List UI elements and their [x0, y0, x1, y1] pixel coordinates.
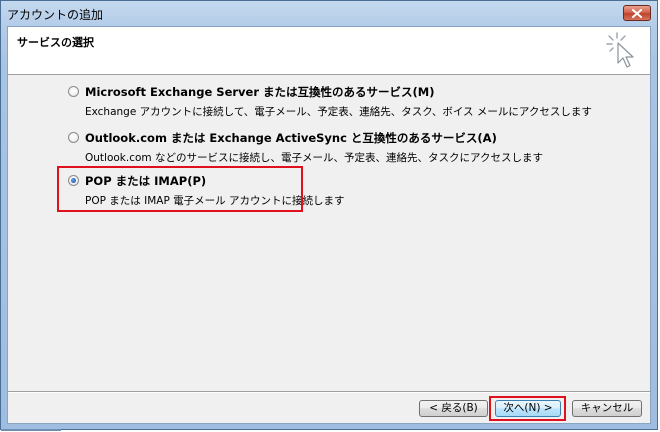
- window-title: アカウントの追加: [7, 8, 104, 22]
- close-icon: [632, 9, 642, 18]
- radio-exchange[interactable]: [68, 86, 79, 97]
- radio-outlook-com[interactable]: [68, 132, 79, 143]
- footer-divider: [8, 391, 650, 393]
- back-button[interactable]: < 戻る(B): [419, 400, 488, 417]
- option-outlook-com-label[interactable]: Outlook.com または Exchange ActiveSync と互換性…: [85, 130, 497, 146]
- option-outlook-com-description: Outlook.com などのサービスに接続し、電子メール、予定表、連絡先、タス…: [85, 152, 543, 164]
- title-bar[interactable]: アカウントの追加: [1, 1, 657, 25]
- page-title: サービスの選択: [17, 36, 94, 49]
- next-button-highlight-box: [489, 396, 566, 421]
- dialog-client-area: サービスの選択 Microsoft Exchange Server または互換性…: [7, 26, 651, 424]
- header-panel: サービスの選択: [8, 27, 650, 75]
- add-account-window: アカウントの追加 サービスの選択 Microsoft Exchange Serv…: [0, 0, 658, 431]
- option-exchange-description: Exchange アカウントに接続して、電子メール、予定表、連絡先、タスク、ボイ…: [85, 106, 592, 118]
- option-exchange-label[interactable]: Microsoft Exchange Server または互換性のあるサービス(…: [85, 84, 434, 100]
- cancel-button[interactable]: キャンセル: [572, 400, 642, 417]
- pop-imap-highlight-box: [57, 166, 303, 212]
- window-bottom-edge: [1, 429, 61, 431]
- close-button[interactable]: [623, 5, 651, 21]
- wizard-cursor-icon: [606, 32, 634, 68]
